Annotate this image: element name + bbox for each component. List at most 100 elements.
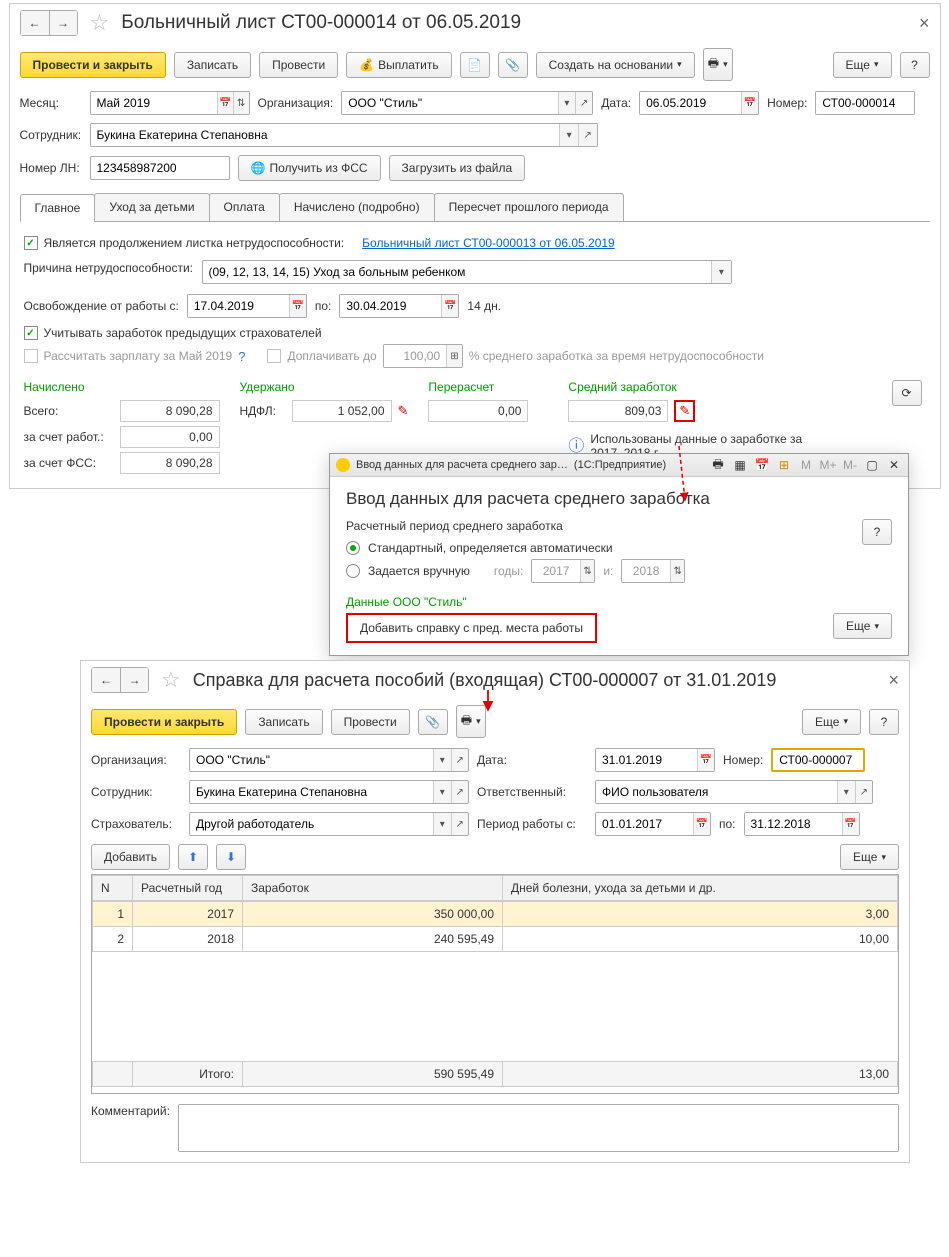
more-button[interactable]: Еще ▾ bbox=[833, 52, 892, 78]
help-button[interactable]: ? bbox=[869, 709, 899, 735]
calc-icon[interactable]: ⊞ bbox=[776, 457, 792, 473]
table-row[interactable]: 2 2018 240 595,49 10,00 bbox=[93, 927, 898, 952]
attach-list-icon[interactable]: 📄 bbox=[460, 52, 490, 78]
calendar-icon[interactable]: 📅 bbox=[842, 813, 859, 835]
date-field[interactable]: 📅 bbox=[595, 748, 715, 772]
more-button[interactable]: Еще ▾ bbox=[840, 844, 899, 870]
ins-label: Страхователь: bbox=[91, 817, 181, 831]
dropdown-icon[interactable]: ▾ bbox=[433, 781, 451, 803]
open-icon[interactable]: ↗ bbox=[575, 92, 592, 114]
nav-forward-button[interactable]: → bbox=[120, 668, 148, 692]
tab-main[interactable]: Главное bbox=[20, 194, 96, 222]
move-down-button[interactable]: ⬇ bbox=[216, 844, 246, 870]
clip-icon[interactable]: 📎 bbox=[418, 709, 448, 735]
open-icon[interactable]: ↗ bbox=[855, 781, 872, 803]
continuation-checkbox[interactable]: ✓ bbox=[24, 236, 38, 250]
tab-children[interactable]: Уход за детьми bbox=[94, 193, 209, 221]
calendar-icon[interactable]: 📅 bbox=[217, 92, 233, 114]
nav-arrows: ← → bbox=[91, 667, 149, 693]
org-field[interactable]: ▾ ↗ bbox=[341, 91, 593, 115]
org-field[interactable]: ▾↗ bbox=[189, 748, 469, 772]
table-row[interactable]: 1 2017 350 000,00 3,00 bbox=[93, 902, 898, 927]
ln-field[interactable] bbox=[90, 156, 230, 180]
nav-back-button[interactable]: ← bbox=[92, 668, 120, 692]
calendar-icon[interactable]: 📅 bbox=[754, 457, 770, 473]
table[interactable]: N Расчетный год Заработок Дней болезни, … bbox=[91, 874, 899, 1094]
open-icon[interactable]: ↗ bbox=[451, 813, 469, 835]
emp-field[interactable]: ▾↗ bbox=[189, 780, 469, 804]
tab-recalc[interactable]: Пересчет прошлого периода bbox=[434, 193, 624, 221]
dropdown-icon[interactable]: ▾ bbox=[558, 92, 575, 114]
org-label: Организация: bbox=[91, 753, 181, 767]
dropdown-icon[interactable]: ▾ bbox=[433, 749, 451, 771]
tab-accrued[interactable]: Начислено (подробно) bbox=[279, 193, 435, 221]
post-close-button[interactable]: Провести и закрыть bbox=[20, 52, 166, 78]
reason-field[interactable]: ▾ bbox=[202, 260, 732, 284]
help-button[interactable]: ? bbox=[900, 52, 930, 78]
num-field[interactable] bbox=[771, 748, 865, 772]
calendar-icon[interactable]: 📅 bbox=[441, 295, 458, 317]
post-button[interactable]: Провести bbox=[331, 709, 410, 735]
pencil-icon[interactable]: ✎ bbox=[398, 403, 409, 419]
stepper-icon[interactable]: ⇅ bbox=[233, 92, 249, 114]
emp-field[interactable]: ▾ ↗ bbox=[90, 123, 598, 147]
favorite-icon[interactable]: ☆ bbox=[161, 667, 181, 693]
more-button[interactable]: Еще ▾ bbox=[833, 613, 892, 639]
grid-icon[interactable]: ▦ bbox=[732, 457, 748, 473]
radio-standard[interactable] bbox=[346, 541, 360, 555]
clip-icon[interactable]: 📎 bbox=[498, 52, 528, 78]
load-file-button[interactable]: Загрузить из файла bbox=[389, 155, 526, 181]
ins-field[interactable]: ▾↗ bbox=[189, 812, 469, 836]
add-reference-button[interactable]: Добавить справку с пред. места работы bbox=[356, 619, 587, 637]
minimize-icon[interactable]: ▢ bbox=[864, 457, 880, 473]
calendar-icon[interactable]: 📅 bbox=[693, 813, 710, 835]
refresh-button[interactable]: ⟳ bbox=[892, 380, 922, 406]
date-field[interactable]: 📅 bbox=[639, 91, 759, 115]
num-field[interactable] bbox=[815, 91, 915, 115]
calendar-icon[interactable]: 📅 bbox=[697, 749, 714, 771]
help-button[interactable]: ? bbox=[862, 519, 892, 545]
open-icon[interactable]: ↗ bbox=[451, 749, 469, 771]
favorite-icon[interactable]: ☆ bbox=[90, 10, 110, 36]
from-field[interactable]: 📅 bbox=[187, 294, 307, 318]
print-menu-icon[interactable]: 🖶▾ bbox=[456, 705, 486, 738]
close-icon[interactable]: ✕ bbox=[886, 457, 902, 473]
pay-button[interactable]: 💰Выплатить bbox=[346, 52, 451, 78]
create-on-button[interactable]: Создать на основании ▾ bbox=[536, 52, 695, 78]
move-up-button[interactable]: ⬆ bbox=[178, 844, 208, 870]
post-close-button[interactable]: Провести и закрыть bbox=[91, 709, 237, 735]
prev-insurers-checkbox[interactable]: ✓ bbox=[24, 326, 38, 340]
close-icon[interactable]: × bbox=[919, 13, 930, 34]
resp-field[interactable]: ▾↗ bbox=[595, 780, 873, 804]
dropdown-icon[interactable]: ▾ bbox=[559, 124, 578, 146]
pencil-icon[interactable]: ✎ bbox=[679, 403, 690, 418]
period-from-field[interactable]: 📅 bbox=[595, 812, 711, 836]
print-icon[interactable]: 🖶 bbox=[710, 457, 726, 473]
month-field[interactable]: 📅 ⇅ bbox=[90, 91, 250, 115]
continuation-link[interactable]: Больничный лист СТ00-000013 от 06.05.201… bbox=[362, 236, 615, 250]
tab-payment[interactable]: Оплата bbox=[209, 193, 280, 221]
radio-manual[interactable] bbox=[346, 564, 360, 578]
open-icon[interactable]: ↗ bbox=[451, 781, 469, 803]
post-button[interactable]: Провести bbox=[259, 52, 338, 78]
to-field[interactable]: 📅 bbox=[339, 294, 459, 318]
calendar-icon[interactable]: 📅 bbox=[289, 295, 306, 317]
more-button[interactable]: Еще ▾ bbox=[802, 709, 861, 735]
nav-back-button[interactable]: ← bbox=[21, 11, 49, 35]
total-label: Всего: bbox=[24, 404, 114, 418]
write-button[interactable]: Записать bbox=[245, 709, 322, 735]
calendar-icon[interactable]: 📅 bbox=[741, 92, 758, 114]
help-icon[interactable]: ? bbox=[238, 349, 245, 364]
close-icon[interactable]: × bbox=[888, 670, 899, 691]
comment-field[interactable] bbox=[178, 1104, 899, 1152]
dropdown-icon[interactable]: ▾ bbox=[837, 781, 854, 803]
print-menu-icon[interactable]: 🖶▾ bbox=[703, 48, 733, 81]
period-to-field[interactable]: 📅 bbox=[744, 812, 860, 836]
add-row-button[interactable]: Добавить bbox=[91, 844, 170, 870]
nav-forward-button[interactable]: → bbox=[49, 11, 77, 35]
write-button[interactable]: Записать bbox=[174, 52, 251, 78]
open-icon[interactable]: ↗ bbox=[578, 124, 597, 146]
fss-button[interactable]: 🌐Получить из ФСС bbox=[238, 155, 381, 181]
dropdown-icon[interactable]: ▾ bbox=[433, 813, 451, 835]
dropdown-icon[interactable]: ▾ bbox=[711, 261, 730, 283]
